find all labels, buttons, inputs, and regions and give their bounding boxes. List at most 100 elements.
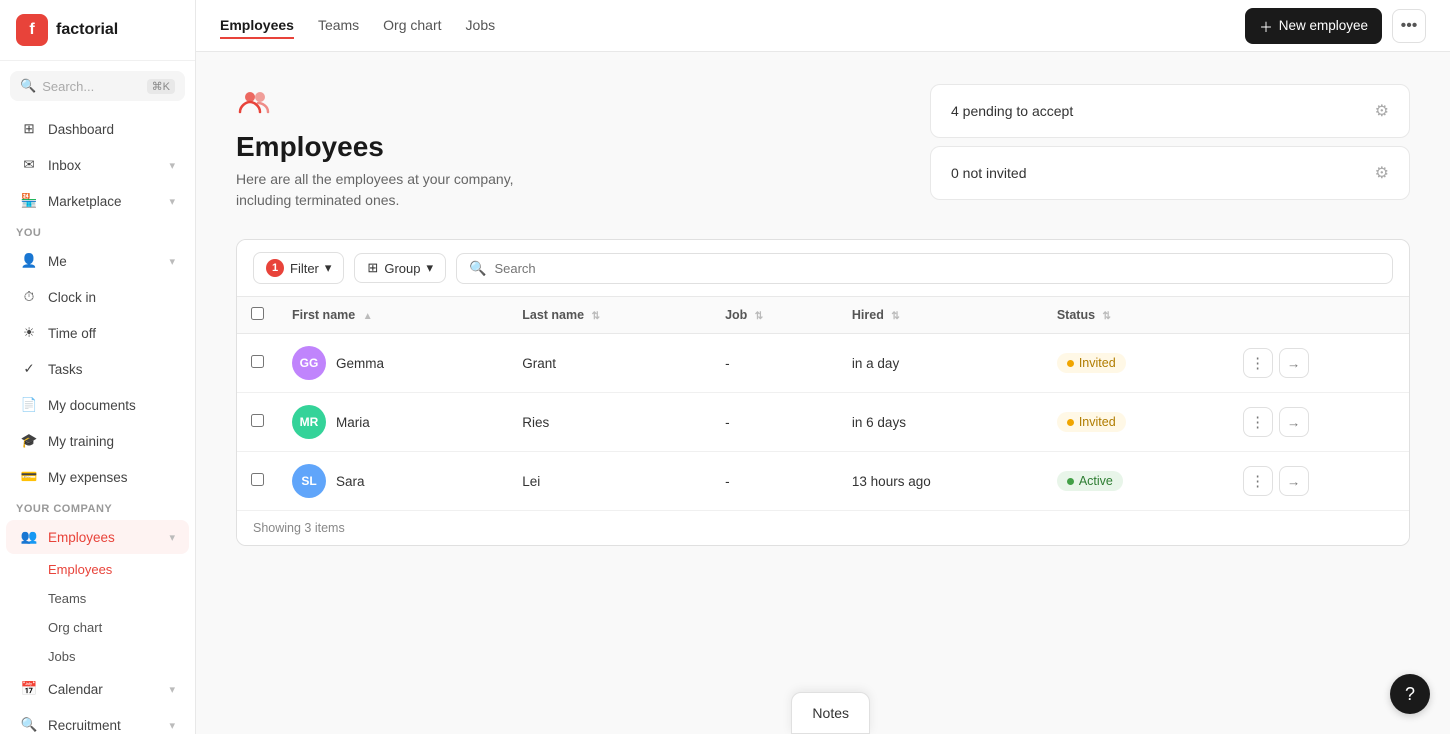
page-title: Employees — [236, 131, 906, 163]
expenses-icon: 💳 — [20, 468, 38, 486]
plus-icon: ＋ — [1259, 16, 1273, 36]
employees-table-container: 1 Filter ▾ ⊞ Group ▾ 🔍 — [236, 239, 1410, 546]
col-actions — [1229, 297, 1409, 334]
avatar: GG — [292, 346, 326, 380]
cell-first-name: GG Gemma — [278, 334, 508, 393]
cell-last-name: Lei — [508, 452, 711, 511]
sort-icon: ⇅ — [592, 311, 600, 322]
sidebar-item-inbox[interactable]: ✉ Inbox ▾ — [6, 148, 189, 182]
sidebar-item-clock-in[interactable]: ⏱ Clock in — [6, 280, 189, 314]
row-actions: ⋮ → — [1243, 466, 1395, 496]
status-dot — [1067, 360, 1074, 367]
sidebar-item-me[interactable]: 👤 Me ▾ — [6, 244, 189, 278]
row-navigate-button[interactable]: → — [1279, 407, 1309, 437]
row-navigate-button[interactable]: → — [1279, 466, 1309, 496]
tab-teams[interactable]: Teams — [318, 13, 359, 39]
group-button[interactable]: ⊞ Group ▾ — [354, 253, 446, 283]
col-status[interactable]: Status ⇅ — [1043, 297, 1229, 334]
stat-cards: 4 pending to accept ⚙ 0 not invited ⚙ — [930, 84, 1410, 211]
avatar: MR — [292, 405, 326, 439]
logo[interactable]: f factorial — [0, 0, 195, 61]
tasks-icon: ✓ — [20, 360, 38, 378]
employees-table: First name ▲ Last name ⇅ Job ⇅ Hired — [237, 297, 1409, 510]
row-checkbox[interactable] — [251, 414, 264, 427]
row-more-button[interactable]: ⋮ — [1243, 466, 1273, 496]
table-search-input[interactable] — [494, 261, 1380, 276]
notes-popup[interactable]: Notes — [791, 692, 870, 734]
filter-chevron-icon: ▾ — [325, 260, 332, 276]
sort-icon: ⇅ — [1103, 311, 1111, 322]
cell-job: - — [711, 334, 838, 393]
page-header: Employees Here are all the employees at … — [236, 84, 1410, 211]
sidebar-item-my-expenses[interactable]: 💳 My expenses — [6, 460, 189, 494]
sidebar-item-label: Marketplace — [48, 194, 122, 209]
employees-icon: 👥 — [20, 528, 38, 546]
col-last-name[interactable]: Last name ⇅ — [508, 297, 711, 334]
chevron-down-icon: ▾ — [169, 683, 175, 696]
sidebar-item-recruitment[interactable]: 🔍 Recruitment ▾ — [6, 708, 189, 734]
filter-button[interactable]: 1 Filter ▾ — [253, 252, 344, 284]
col-hired[interactable]: Hired ⇅ — [838, 297, 1043, 334]
sidebar-sub-item-teams[interactable]: Teams — [6, 585, 189, 612]
chevron-down-icon: ▾ — [169, 195, 175, 208]
row-more-button[interactable]: ⋮ — [1243, 348, 1273, 378]
sidebar-item-dashboard[interactable]: ⊞ Dashboard — [6, 112, 189, 146]
cell-last-name: Ries — [508, 393, 711, 452]
tab-employees[interactable]: Employees — [220, 13, 294, 39]
sidebar-sub-item-org-chart[interactable]: Org chart — [6, 614, 189, 641]
row-actions: ⋮ → — [1243, 348, 1395, 378]
sidebar-item-time-off[interactable]: ☀ Time off — [6, 316, 189, 350]
row-more-button[interactable]: ⋮ — [1243, 407, 1273, 437]
sidebar-item-label: My training — [48, 434, 114, 449]
stat-card-pending: 4 pending to accept ⚙ — [930, 84, 1410, 138]
help-button[interactable]: ? — [1390, 674, 1430, 714]
col-job[interactable]: Job ⇅ — [711, 297, 838, 334]
tab-org-chart[interactable]: Org chart — [383, 13, 441, 39]
table-search-wrap[interactable]: 🔍 — [456, 253, 1393, 284]
sidebar-sub-item-jobs[interactable]: Jobs — [6, 643, 189, 670]
sidebar-item-marketplace[interactable]: 🏪 Marketplace ▾ — [6, 184, 189, 218]
row-navigate-button[interactable]: → — [1279, 348, 1309, 378]
chevron-down-icon: ▾ — [169, 531, 175, 544]
sidebar-item-calendar[interactable]: 📅 Calendar ▾ — [6, 672, 189, 706]
time-off-icon: ☀ — [20, 324, 38, 342]
sidebar-item-label: My documents — [48, 398, 136, 413]
page-subtitle: Here are all the employees at your compa… — [236, 169, 906, 211]
search-icon: 🔍 — [469, 260, 486, 277]
sort-icon: ⇅ — [755, 311, 763, 322]
filter-badge: 1 — [266, 259, 284, 277]
chevron-down-icon: ▾ — [169, 719, 175, 732]
sidebar-item-label: Calendar — [48, 682, 103, 697]
cell-status: Invited — [1043, 393, 1229, 452]
stat-settings-icon[interactable]: ⚙ — [1375, 101, 1389, 121]
stat-settings-icon-2[interactable]: ⚙ — [1375, 163, 1389, 183]
sidebar-sub-item-employees[interactable]: Employees — [6, 556, 189, 583]
sidebar-item-my-training[interactable]: 🎓 My training — [6, 424, 189, 458]
cell-status: Invited — [1043, 334, 1229, 393]
cell-first-name: MR Maria — [278, 393, 508, 452]
clock-icon: ⏱ — [20, 288, 38, 306]
col-first-name[interactable]: First name ▲ — [278, 297, 508, 334]
cell-hired: 13 hours ago — [838, 452, 1043, 511]
row-checkbox[interactable] — [251, 473, 264, 486]
sidebar-search[interactable]: 🔍 Search... ⌘K — [10, 71, 185, 101]
sidebar-item-tasks[interactable]: ✓ Tasks — [6, 352, 189, 386]
sub-item-label: Jobs — [48, 649, 75, 664]
section-you-label: YOU — [0, 219, 195, 243]
sidebar-item-label: Me — [48, 254, 67, 269]
sidebar-item-employees[interactable]: 👥 Employees ▾ — [6, 520, 189, 554]
cell-last-name: Grant — [508, 334, 711, 393]
sidebar-item-my-documents[interactable]: 📄 My documents — [6, 388, 189, 422]
search-placeholder: Search... — [42, 79, 94, 94]
new-employee-button[interactable]: ＋ New employee — [1245, 8, 1382, 44]
table-toolbar: 1 Filter ▾ ⊞ Group ▾ 🔍 — [237, 240, 1409, 297]
row-checkbox[interactable] — [251, 355, 264, 368]
select-all-checkbox[interactable] — [251, 307, 264, 320]
stat-card-not-invited: 0 not invited ⚙ — [930, 146, 1410, 200]
calendar-icon: 📅 — [20, 680, 38, 698]
sidebar-item-label: Tasks — [48, 362, 83, 377]
tab-jobs[interactable]: Jobs — [466, 13, 496, 39]
more-options-button[interactable]: ••• — [1392, 9, 1426, 43]
cell-job: - — [711, 393, 838, 452]
search-shortcut: ⌘K — [147, 79, 175, 94]
